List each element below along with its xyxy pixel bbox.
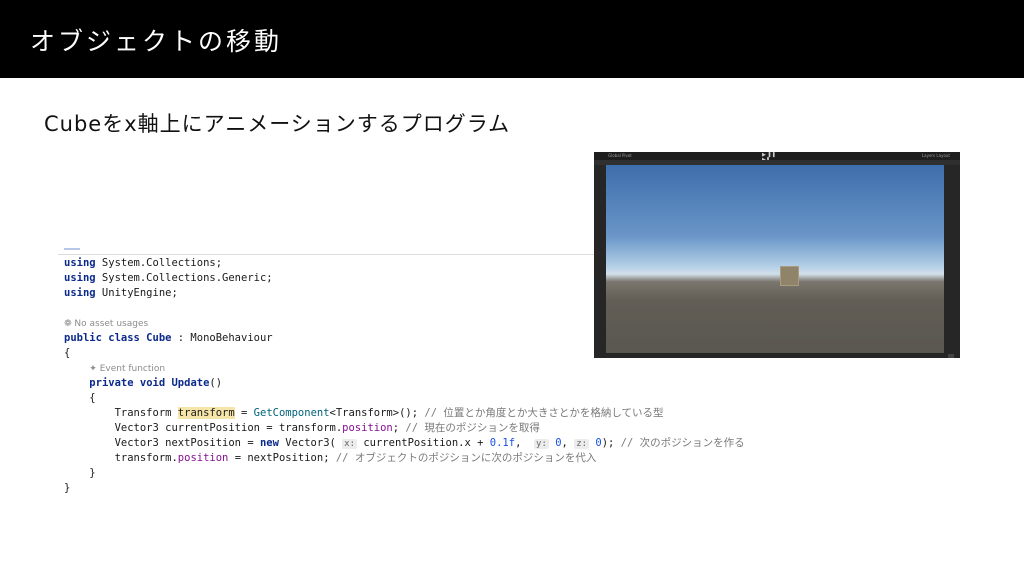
fold-marker bbox=[64, 248, 80, 250]
number-literal: 0 bbox=[589, 437, 602, 449]
field-name: position bbox=[177, 452, 229, 464]
code-text: transform. bbox=[114, 452, 178, 464]
code-text: ); bbox=[601, 437, 615, 449]
toolbar-left-label[interactable]: Global Pivot bbox=[608, 153, 632, 158]
keyword: using bbox=[64, 287, 96, 299]
code-editor: using System.Collections; using System.C… bbox=[58, 238, 745, 500]
code-line-transform: Transform transform = GetComponent<Trans… bbox=[64, 406, 745, 421]
parameter-hint-x: x: bbox=[342, 439, 358, 449]
code-text: , bbox=[561, 437, 575, 449]
code-text: = bbox=[234, 407, 254, 419]
code-text: : MonoBehaviour bbox=[171, 332, 273, 344]
code-line-inner-open: { bbox=[64, 391, 745, 406]
keyword: new bbox=[259, 437, 279, 449]
code-line-assign-position: transform.position = nextPosition; // オブ… bbox=[64, 451, 745, 466]
code-text: Vector3 nextPosition = bbox=[114, 437, 260, 449]
code-text: Vector3 currentPosition = transform. bbox=[114, 422, 343, 434]
keyword: public class bbox=[64, 332, 140, 344]
keyword: using bbox=[64, 272, 96, 284]
code-line-method-decl: private void Update() bbox=[64, 376, 745, 391]
slide-title: オブジェクトの移動 bbox=[30, 27, 283, 56]
number-literal: 0.1f bbox=[489, 437, 516, 449]
code-text: , bbox=[515, 437, 535, 449]
code-text: System.Collections.Generic; bbox=[95, 272, 273, 284]
field-name: position bbox=[342, 422, 393, 434]
cube-object[interactable] bbox=[780, 266, 799, 286]
code-text: System.Collections; bbox=[95, 257, 223, 269]
slide-subtitle: Cubeをx軸上にアニメーションするプログラム bbox=[44, 112, 511, 136]
parameter-hint-z: z: bbox=[574, 439, 590, 449]
code-line-current-position: Vector3 currentPosition = transform.posi… bbox=[64, 421, 745, 436]
code-text: = nextPosition; bbox=[228, 452, 330, 464]
code-comment: // 現在のポジションを取得 bbox=[399, 422, 540, 434]
number-literal: 0 bbox=[548, 437, 562, 449]
play-controls-icon[interactable]: ▶ ❚❚ ▶❚ bbox=[762, 153, 780, 163]
code-text: Transform bbox=[114, 407, 178, 419]
variable-highlight: transform bbox=[177, 407, 235, 419]
code-text: { bbox=[89, 392, 96, 404]
code-line-brace-close: } bbox=[64, 481, 745, 496]
resize-corner-icon bbox=[948, 354, 954, 358]
title-bar: オブジェクトの移動 bbox=[0, 0, 1024, 78]
keyword: using bbox=[64, 257, 96, 269]
unity-game-view-screenshot: Global Pivot ▶ ❚❚ ▶❚ Layers Layout bbox=[594, 152, 960, 358]
toolbar-right-label[interactable]: Layers Layout bbox=[922, 153, 950, 158]
class-name: Cube bbox=[139, 332, 172, 344]
editor-divider bbox=[58, 254, 598, 255]
code-comment: // オブジェクトのポジションに次のポジションを代入 bbox=[329, 452, 597, 464]
scene-viewport[interactable] bbox=[606, 165, 944, 353]
code-text: } bbox=[64, 482, 71, 494]
code-text: <Transform>(); bbox=[329, 407, 419, 419]
event-function-hint[interactable]: ✦ Event function bbox=[89, 364, 165, 374]
code-text: currentPosition.x + bbox=[357, 437, 490, 449]
code-line-inner-close: } bbox=[64, 466, 745, 481]
code-line-next-position: Vector3 nextPosition = new Vector3( x: c… bbox=[64, 436, 745, 451]
code-text: UnityEngine; bbox=[95, 287, 178, 299]
code-text: Vector3( bbox=[278, 437, 343, 449]
parameter-hint-y: y: bbox=[534, 439, 549, 449]
method-call: GetComponent bbox=[253, 407, 330, 419]
code-line-event-hint: ✦ Event function bbox=[64, 361, 745, 376]
code-text: } bbox=[89, 467, 96, 479]
usages-hint[interactable]: ❁ No asset usages bbox=[64, 319, 148, 329]
keyword: private void bbox=[89, 377, 166, 389]
code-comment: // 位置とか角度とか大きさとかを格納している型 bbox=[418, 407, 664, 419]
unity-toolbar: Global Pivot ▶ ❚❚ ▶❚ Layers Layout bbox=[594, 152, 960, 163]
code-text: { bbox=[64, 347, 71, 359]
method-name: Update bbox=[165, 377, 210, 389]
code-comment: // 次のポジションを作る bbox=[614, 437, 745, 449]
code-text: () bbox=[209, 377, 223, 389]
